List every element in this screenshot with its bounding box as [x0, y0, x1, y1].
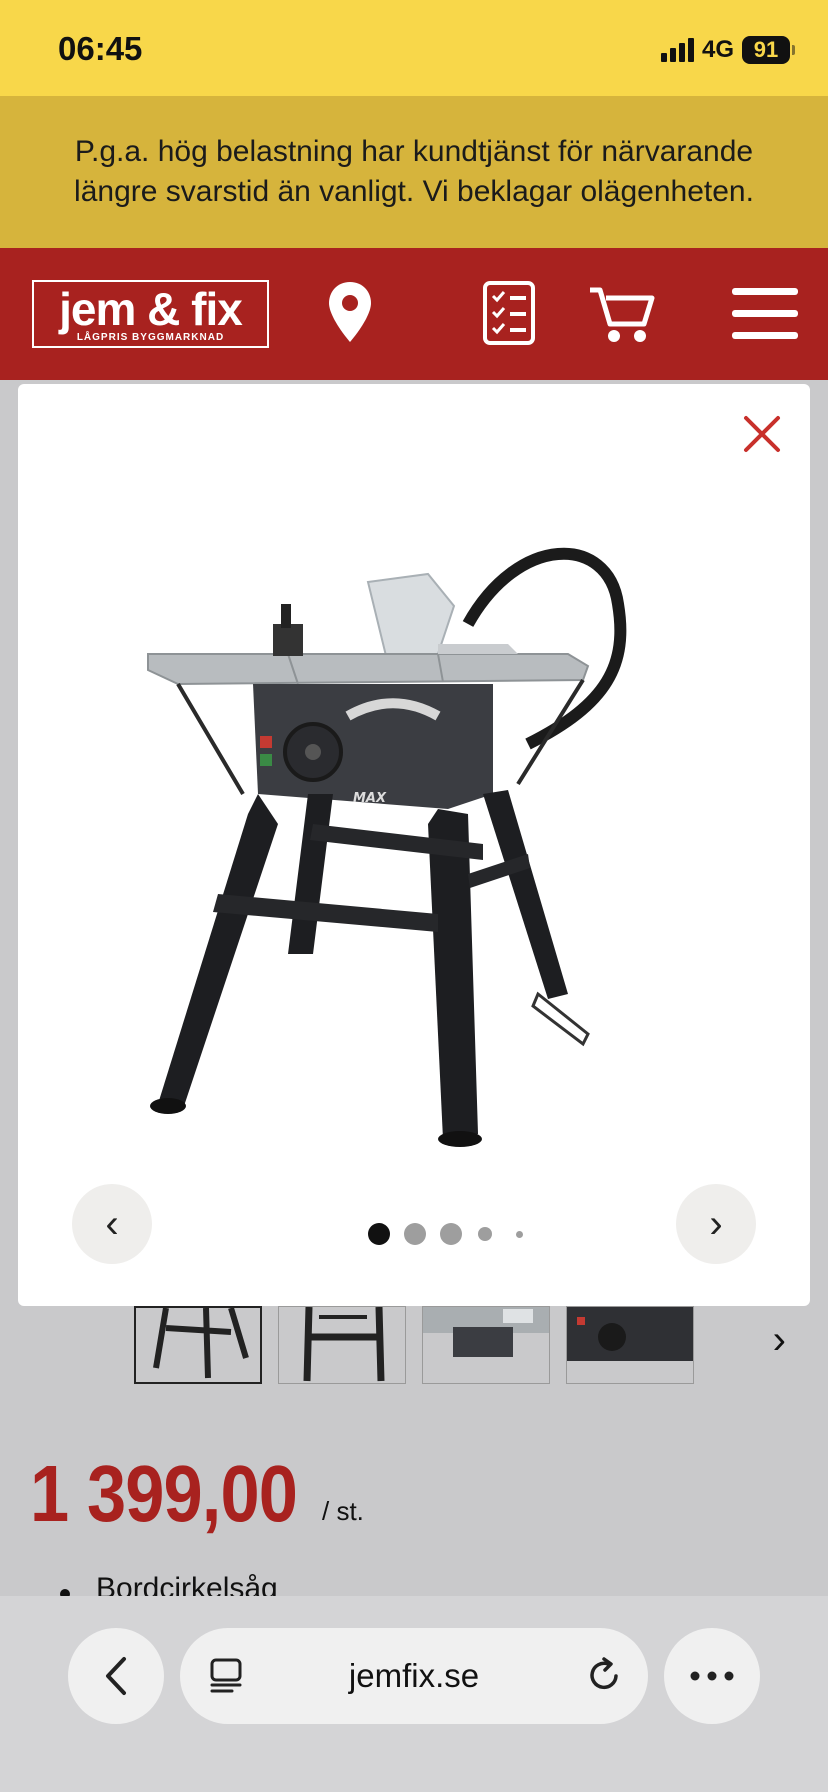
location-icon[interactable]: [326, 280, 374, 346]
thumbnail[interactable]: [422, 1306, 550, 1384]
list-icon[interactable]: [482, 280, 536, 346]
menu-icon[interactable]: [732, 288, 798, 340]
notice-text: P.g.a. hög belastning har kundtjänst för…: [74, 135, 754, 208]
cart-icon[interactable]: [588, 284, 656, 344]
product-price: 1 399,00: [30, 1449, 298, 1538]
thumbnail[interactable]: [134, 1306, 262, 1384]
pagination-dot[interactable]: [440, 1223, 462, 1245]
image-gallery-modal: MAX ‹ ›: [18, 384, 810, 1306]
browser-back-button[interactable]: [68, 1628, 164, 1724]
pagination-dot[interactable]: [478, 1227, 492, 1241]
site-header: jem & fix LÅGPRIS BYGGMARKNAD: [0, 248, 828, 380]
thumbnail[interactable]: [278, 1306, 406, 1384]
network-type: 4G: [701, 36, 734, 63]
pagination-dot[interactable]: [404, 1223, 426, 1245]
address-bar[interactable]: jemfix.se: [180, 1628, 648, 1724]
pagination-dot[interactable]: [516, 1231, 523, 1238]
back-icon: [106, 1657, 126, 1695]
signal-icon: [660, 38, 694, 62]
thumbnail-strip: ›: [0, 1306, 828, 1386]
logo-name: jem & fix: [59, 283, 243, 335]
battery-level: 91: [753, 37, 779, 62]
close-icon[interactable]: [742, 414, 782, 454]
product-image: MAX: [147, 547, 627, 1147]
more-icon: [690, 1671, 734, 1681]
status-indicators: 4G 91: [660, 34, 795, 66]
gallery-prev-button[interactable]: ‹: [72, 1184, 152, 1264]
pagination-dot-active[interactable]: [368, 1223, 390, 1245]
url-text: jemfix.se: [348, 1657, 480, 1694]
site-logo[interactable]: jem & fix LÅGPRIS BYGGMARKNAD: [32, 280, 269, 348]
price-unit: / st.: [322, 1496, 364, 1526]
battery-icon: 91: [742, 36, 795, 64]
thumbnail[interactable]: [566, 1306, 694, 1384]
brand-label: MAX: [353, 791, 387, 806]
service-notice: P.g.a. hög belastning har kundtjänst för…: [0, 96, 828, 248]
status-bar: 06:45 4G 91: [0, 0, 828, 96]
thumbnails-next-button[interactable]: ›: [773, 1318, 786, 1363]
gallery-next-button[interactable]: ›: [676, 1184, 756, 1264]
status-time: 06:45: [58, 30, 143, 67]
browser-more-button[interactable]: [664, 1628, 760, 1724]
reload-icon[interactable]: [586, 1656, 622, 1694]
tabs-overview-icon: [210, 1658, 242, 1693]
